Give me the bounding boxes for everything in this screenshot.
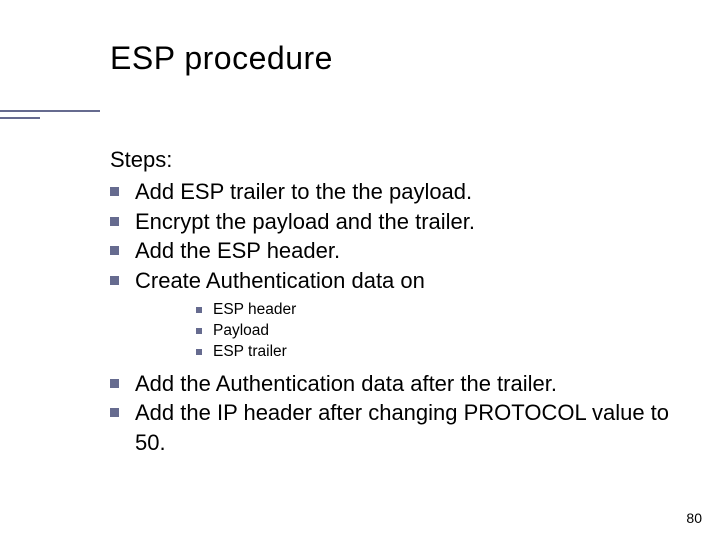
list-item-text: Add ESP trailer to the the payload.	[135, 177, 670, 207]
bullet-icon	[110, 276, 119, 285]
list-item-text: Add the ESP header.	[135, 236, 670, 266]
list-item: ESP header	[196, 300, 670, 321]
list-item: Add the Authentication data after the tr…	[110, 369, 670, 399]
slide-title: ESP procedure	[110, 40, 670, 77]
bullet-icon	[110, 408, 119, 417]
steps-list-b: Add the Authentication data after the tr…	[110, 369, 670, 458]
list-item: Add the ESP header.	[110, 236, 670, 266]
steps-list-a: Add ESP trailer to the the payload. Encr…	[110, 177, 670, 296]
list-item-text: Create Authentication data on	[135, 266, 670, 296]
bullet-icon	[110, 246, 119, 255]
list-item-text: ESP trailer	[213, 342, 670, 363]
list-item-text: Payload	[213, 321, 670, 342]
list-item: Add ESP trailer to the the payload.	[110, 177, 670, 207]
steps-label: Steps:	[110, 147, 670, 173]
title-block: ESP procedure	[110, 40, 670, 77]
list-item-text: Add the Authentication data after the tr…	[135, 369, 670, 399]
title-rule-short	[0, 117, 40, 119]
page-number: 80	[686, 510, 702, 526]
bullet-icon	[110, 217, 119, 226]
list-item: Encrypt the payload and the trailer.	[110, 207, 670, 237]
bullet-icon	[110, 379, 119, 388]
list-item-text: Encrypt the payload and the trailer.	[135, 207, 670, 237]
bullet-icon	[196, 349, 202, 355]
list-item-text: Add the IP header after changing PROTOCO…	[135, 398, 670, 457]
bullet-icon	[110, 187, 119, 196]
bullet-icon	[196, 328, 202, 334]
list-item: Create Authentication data on	[110, 266, 670, 296]
bullet-icon	[196, 307, 202, 313]
sub-list: ESP header Payload ESP trailer	[196, 300, 670, 363]
slide-body: Steps: Add ESP trailer to the the payloa…	[110, 95, 670, 458]
title-rule-long	[0, 110, 100, 112]
list-item-text: ESP header	[213, 300, 670, 321]
list-item: Payload	[196, 321, 670, 342]
list-item: ESP trailer	[196, 342, 670, 363]
list-item: Add the IP header after changing PROTOCO…	[110, 398, 670, 457]
slide: ESP procedure Steps: Add ESP trailer to …	[0, 0, 720, 540]
